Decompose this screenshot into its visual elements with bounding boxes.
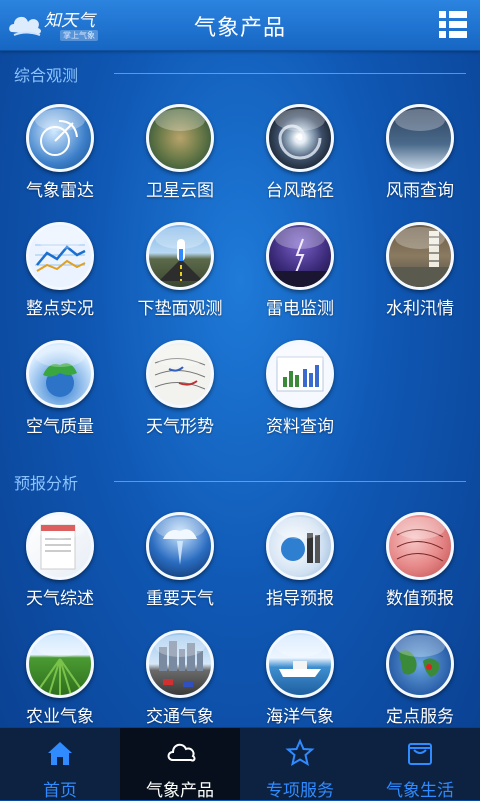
- grid-menu-button[interactable]: [438, 10, 468, 40]
- numerical-forecast-icon: [386, 512, 454, 580]
- tile-weather-summary[interactable]: 天气综述: [0, 512, 120, 622]
- data-query-icon: [266, 340, 334, 408]
- agriculture-icon: [26, 630, 94, 698]
- tile-label: 资料查询: [266, 417, 334, 437]
- tile-data-query[interactable]: 资料查询: [240, 340, 360, 450]
- traffic-icon: [146, 630, 214, 698]
- tile-label: 海洋气象: [266, 707, 334, 727]
- tile-label: 天气综述: [26, 589, 94, 609]
- tile-label: 交通气象: [146, 707, 214, 727]
- nav-tab-weather-life[interactable]: 气象生活: [360, 728, 480, 801]
- lightning-icon: [266, 222, 334, 290]
- cloud-icon: [167, 743, 196, 762]
- weather-summary-icon: [26, 512, 94, 580]
- tile-surface[interactable]: 下垫面观测: [120, 222, 240, 332]
- bag-icon: [408, 743, 432, 765]
- tile-weather-map[interactable]: 天气形势: [120, 340, 240, 450]
- typhoon-icon: [266, 104, 334, 172]
- location-service-icon: [386, 630, 454, 698]
- guidance-forecast-icon: [266, 512, 334, 580]
- nav-tab-home[interactable]: 首页: [0, 728, 120, 801]
- home-icon: [48, 742, 72, 765]
- page-title: 气象产品: [193, 16, 286, 41]
- surface-observation-icon: [146, 222, 214, 290]
- section-divider: [114, 73, 466, 74]
- tile-label: 农业气象: [26, 707, 94, 727]
- nav-tab-label: 气象生活: [386, 781, 454, 801]
- tile-radar[interactable]: 气象雷达: [0, 104, 120, 214]
- tile-flood[interactable]: 水利汛情: [360, 222, 480, 332]
- tile-label: 雷电监测: [266, 299, 334, 319]
- hourly-chart-icon: [26, 222, 94, 290]
- tile-wind-rain[interactable]: 风雨查询: [360, 104, 480, 214]
- tile-satellite[interactable]: 卫星云图: [120, 104, 240, 214]
- wind-rain-icon: [386, 104, 454, 172]
- nav-tab-label: 专项服务: [266, 781, 334, 801]
- tile-traffic[interactable]: 交通气象: [120, 630, 240, 740]
- tile-label: 风雨查询: [386, 181, 454, 201]
- tile-lightning[interactable]: 雷电监测: [240, 222, 360, 332]
- tile-agriculture[interactable]: 农业气象: [0, 630, 120, 740]
- satellite-icon: [146, 104, 214, 172]
- tile-severe-weather[interactable]: 重要天气: [120, 512, 240, 622]
- tile-label: 水利汛情: [386, 299, 454, 319]
- tile-hourly[interactable]: 整点实况: [0, 222, 120, 332]
- section-label: 预报分析: [14, 474, 79, 493]
- star-icon: [285, 738, 315, 767]
- nav-tab-label: 首页: [43, 781, 77, 801]
- tile-label: 数值预报: [386, 589, 454, 609]
- tile-label: 定点服务: [386, 707, 454, 727]
- flood-icon: [386, 222, 454, 290]
- tile-label: 天气形势: [146, 417, 214, 437]
- tile-label: 气象雷达: [26, 181, 94, 201]
- section-divider: [114, 481, 466, 482]
- nav-tab-weather-products[interactable]: 气象产品: [120, 728, 240, 801]
- tile-label: 下垫面观测: [137, 299, 223, 319]
- tile-label: 重要天气: [146, 589, 214, 609]
- top-bar: 知天气 掌上气象 气象产品: [0, 0, 480, 51]
- nav-tab-special-services[interactable]: 专项服务: [240, 728, 360, 801]
- bottom-nav: 首页 气象产品 专项服务 气象生活: [0, 727, 480, 801]
- tile-label: 台风路径: [266, 181, 334, 201]
- severe-weather-icon: [146, 512, 214, 580]
- section-label: 综合观测: [14, 66, 79, 85]
- tile-label: 指导预报: [266, 589, 334, 609]
- nav-tab-label: 气象产品: [146, 781, 214, 801]
- radar-icon: [26, 104, 94, 172]
- air-quality-icon: [26, 340, 94, 408]
- tile-air-quality[interactable]: 空气质量: [0, 340, 120, 450]
- tile-guidance-forecast[interactable]: 指导预报: [240, 512, 360, 622]
- tile-label: 整点实况: [26, 299, 94, 319]
- tile-ocean[interactable]: 海洋气象: [240, 630, 360, 740]
- tile-typhoon[interactable]: 台风路径: [240, 104, 360, 214]
- grid-menu-icon: [439, 11, 467, 38]
- ocean-icon: [266, 630, 334, 698]
- tile-numerical-forecast[interactable]: 数值预报: [360, 512, 480, 622]
- tile-location-service[interactable]: 定点服务: [360, 630, 480, 740]
- weather-map-icon: [146, 340, 214, 408]
- tile-label: 空气质量: [26, 417, 94, 437]
- section-header-forecast: 预报分析: [14, 470, 474, 494]
- tile-label: 卫星云图: [146, 181, 214, 201]
- section-header-observation: 综合观测: [14, 62, 474, 86]
